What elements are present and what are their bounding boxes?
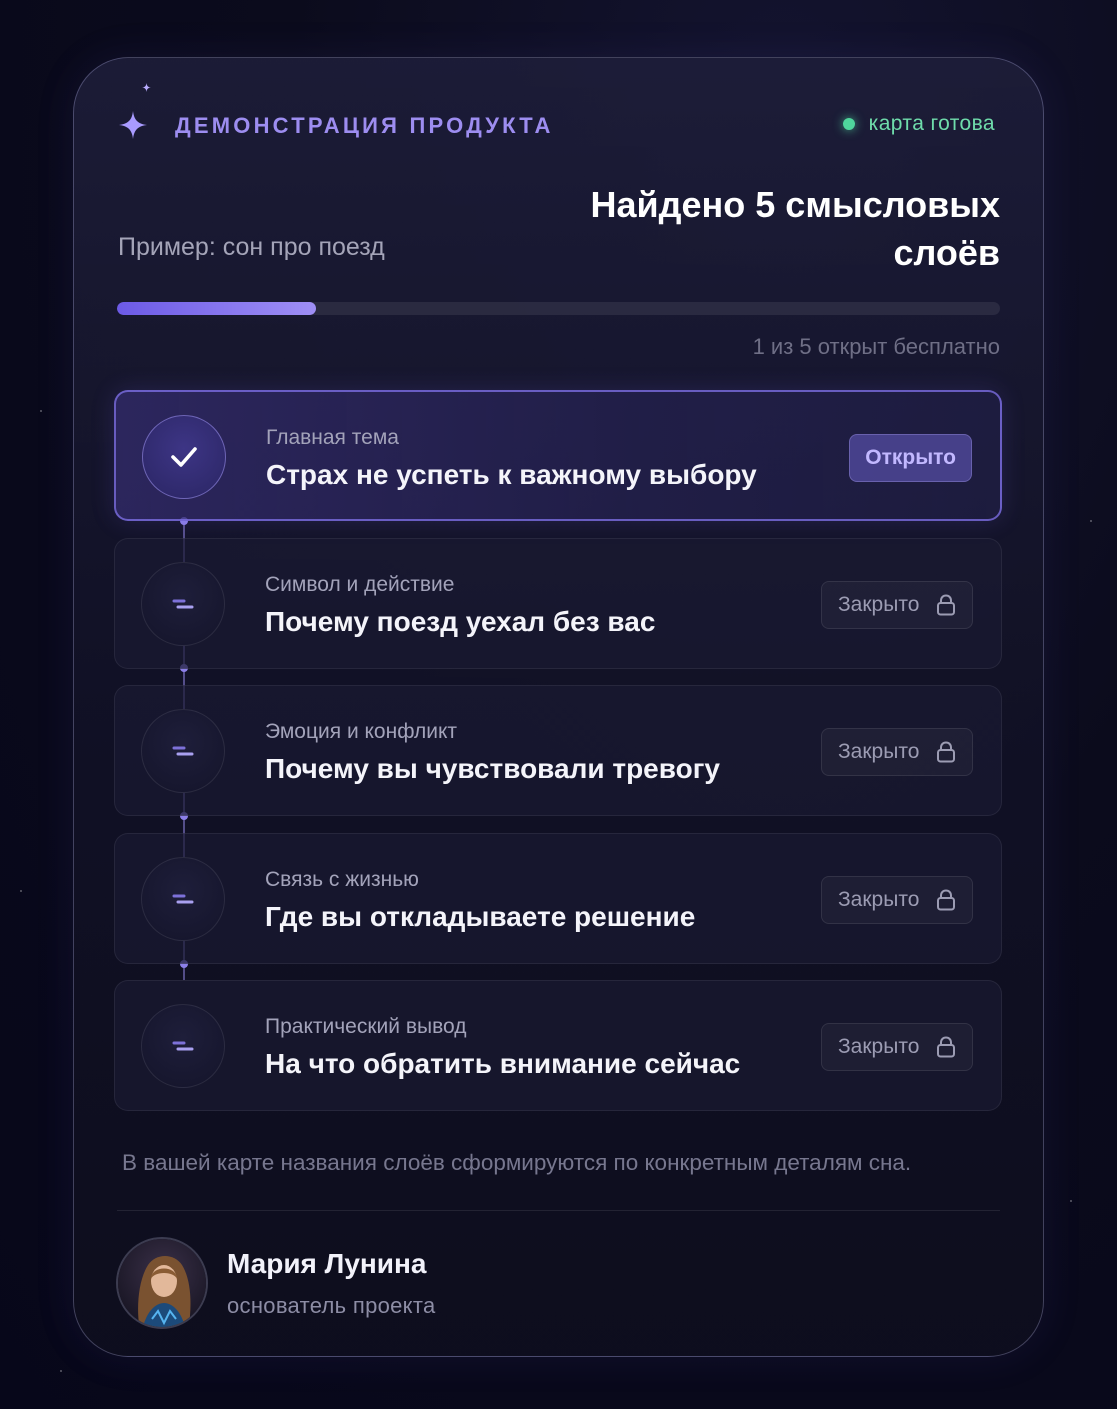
- pending-icon: [172, 746, 194, 756]
- background-star: [60, 1370, 62, 1372]
- layer-label: Символ и действие: [265, 573, 455, 596]
- divider: [117, 1210, 1000, 1211]
- layer-item-main-theme[interactable]: Главная тема Страх не успеть к важному в…: [114, 390, 1002, 521]
- background-star: [20, 890, 22, 892]
- author-portrait: [118, 1239, 206, 1327]
- locked-status-text: Закрыто: [838, 740, 920, 763]
- background-star: [1090, 520, 1092, 522]
- open-status-badge: Открыто: [849, 434, 972, 482]
- product-demo-label: ДЕМОНСТРАЦИЯ ПРОДУКТА: [175, 113, 554, 138]
- lock-icon: [937, 741, 955, 763]
- background-star: [1070, 1200, 1072, 1202]
- progress-fill: [117, 302, 316, 315]
- layer-pending-circle: [141, 1004, 225, 1088]
- locked-status-badge: Закрыто: [821, 728, 973, 776]
- map-status: карта готова: [842, 112, 995, 136]
- locked-status-badge: Закрыто: [821, 1023, 973, 1071]
- author-name: Мария Лунина: [227, 1248, 427, 1279]
- layer-pending-circle: [141, 562, 225, 646]
- layer-title: Страх не успеть к важному выбору: [266, 459, 757, 490]
- lock-icon: [937, 889, 955, 911]
- layer-item-emotion-conflict[interactable]: Эмоция и конфликт Почему вы чувствовали …: [114, 685, 1002, 816]
- sparkle-small-icon: [142, 83, 151, 92]
- status-text: карта готова: [868, 112, 995, 135]
- background-star: [40, 410, 42, 412]
- sparkle-icon: [119, 111, 147, 139]
- layer-title: Почему вы чувствовали тревогу: [265, 753, 720, 784]
- example-subtitle: Пример: сон про поезд: [118, 233, 385, 261]
- layer-pending-circle: [141, 857, 225, 941]
- layer-label: Практический вывод: [265, 1015, 467, 1038]
- layer-title: На что обратить внимание сейчас: [265, 1048, 741, 1079]
- pending-icon: [172, 599, 194, 609]
- progress-caption: 1 из 5 открыт бесплатно: [752, 334, 1000, 359]
- layer-pending-circle: [141, 709, 225, 793]
- locked-status-text: Закрыто: [838, 1035, 920, 1058]
- page-title: Найдено 5 смысловых слоёв: [590, 184, 1000, 273]
- status-dot-icon: [842, 118, 855, 130]
- locked-status-text: Закрыто: [838, 888, 920, 911]
- layer-check-circle: [142, 415, 226, 499]
- locked-status-badge: Закрыто: [821, 581, 973, 629]
- layer-label: Эмоция и конфликт: [265, 720, 458, 743]
- lock-icon: [937, 1036, 955, 1058]
- layer-title: Где вы откладываете решение: [265, 901, 696, 932]
- author-role: основатель проекта: [227, 1293, 436, 1318]
- lock-icon: [937, 594, 955, 616]
- footnote: В вашей карте названия слоёв сформируютс…: [122, 1150, 912, 1175]
- layer-label: Главная тема: [266, 426, 399, 449]
- check-icon: [171, 447, 197, 467]
- layer-label: Связь с жизнью: [265, 868, 419, 891]
- layer-item-practical-conclusion[interactable]: Практический вывод На что обратить внима…: [114, 980, 1002, 1111]
- locked-status-badge: Закрыто: [821, 876, 973, 924]
- pending-icon: [172, 1041, 194, 1051]
- layer-item-life-connection[interactable]: Связь с жизнью Где вы откладываете решен…: [114, 833, 1002, 964]
- layer-title: Почему поезд уехал без вас: [265, 606, 656, 637]
- avatar: [116, 1237, 208, 1329]
- progress-bar: [117, 302, 1000, 315]
- locked-status-text: Закрыто: [838, 593, 920, 616]
- layer-item-symbol-action[interactable]: Символ и действие Почему поезд уехал без…: [114, 538, 1002, 669]
- pending-icon: [172, 894, 194, 904]
